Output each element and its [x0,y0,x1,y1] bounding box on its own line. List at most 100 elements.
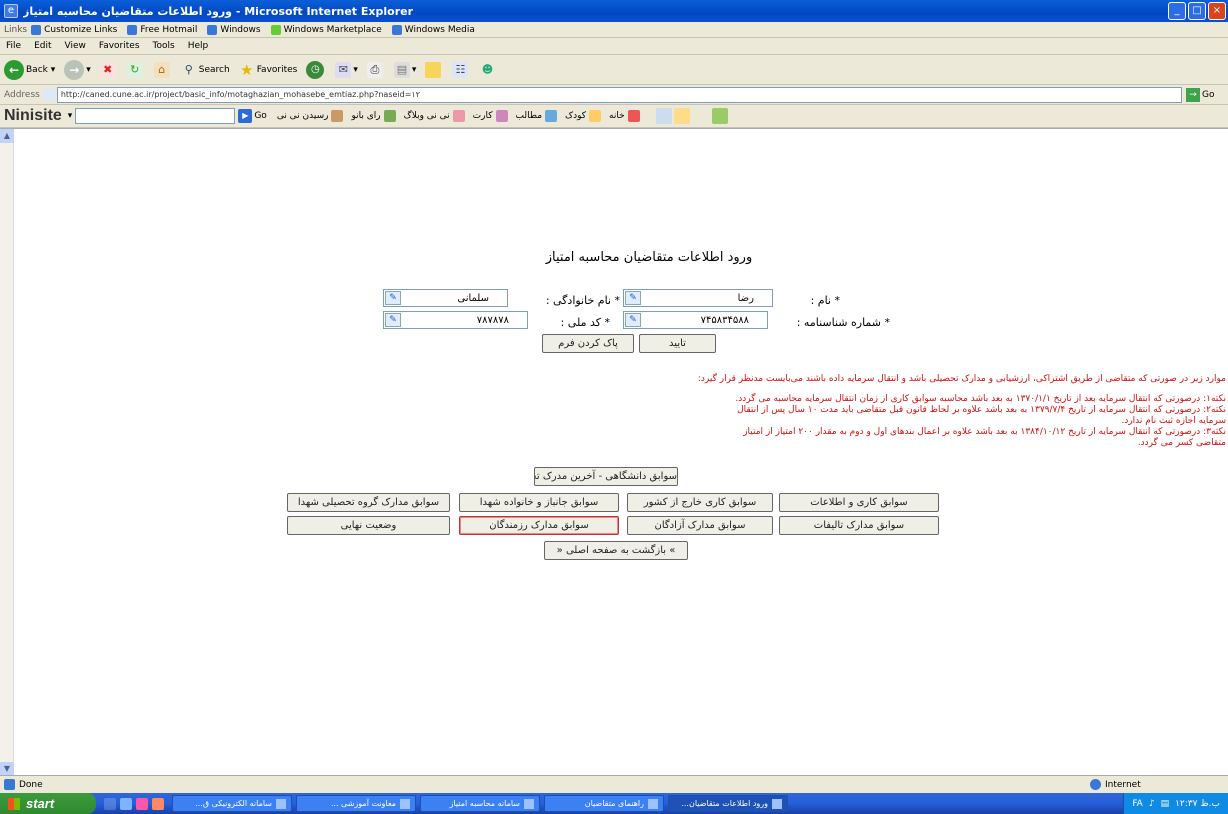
research-button[interactable]: ☷ [452,61,470,78]
scroll-down-icon[interactable]: ▼ [0,762,14,776]
veterans-family-button[interactable]: سوابق جانباز و خانواده شهدا [459,493,619,512]
taskbar: start سامانه الکترونیکی ق... معاونت آموز… [0,793,1228,814]
ninisite-item[interactable]: نی نی وبلاگ [404,110,465,122]
smiley-tool-icon[interactable] [711,108,728,124]
forward-button[interactable]: → ▾ [64,59,91,80]
close-button[interactable]: × [1208,2,1226,20]
menu-file[interactable]: File [4,41,23,51]
link-icon [127,24,138,35]
language-indicator[interactable]: FA [1132,799,1143,809]
menu-favorites[interactable]: Favorites [97,41,142,51]
menu-edit[interactable]: Edit [32,41,53,51]
network-icon[interactable]: ▤ [1161,799,1170,809]
keyboard-icon[interactable]: ✎ [625,313,641,327]
link-windows[interactable]: Windows [207,24,261,35]
back-button[interactable]: ← Back ▾ [4,59,55,80]
search-button[interactable]: ⚲ Search [181,62,230,78]
links-bar: Links Customize Links Free Hotmail Windo… [0,22,1228,38]
ninisite-item[interactable]: کارت [473,110,508,122]
ninisite-item-label: کودک [565,111,587,121]
quick-launch [104,797,164,810]
child-icon [589,110,602,122]
address-input[interactable]: http://caned.cune.ac.ir/project/basic_in… [56,86,1182,103]
page-title: ورود اطلاعات متقاضیان محاسبه امتیاز [0,250,1228,265]
combatants-button[interactable]: سوابق مدارک رزمندگان [459,516,619,535]
note-3: نکته۳: درصورتی که انتقال سرمایه از تاریخ… [743,427,1226,437]
ninisite-search-input[interactable] [75,108,236,124]
freed-captives-button[interactable]: سوابق مدارک آزادگان [627,516,773,535]
back-label: Back [26,64,48,75]
link-windows-media[interactable]: Windows Media [391,24,475,35]
ql-ie-icon[interactable] [120,797,132,810]
home-button[interactable]: ⌂ [153,61,172,78]
keyboard-icon[interactable]: ✎ [385,291,401,305]
vertical-scrollbar[interactable]: ▲ ▼ [0,129,14,776]
link-hotmail[interactable]: Free Hotmail [127,24,198,35]
keyboard-icon[interactable]: ✎ [625,291,641,305]
window-title: ورود اطلاعات متقاضیان محاسبه امتیاز - Mi… [23,4,414,18]
ninisite-item[interactable]: رای بانو [351,110,396,122]
edit-button[interactable]: ▤ ▾ [393,61,416,78]
start-button[interactable]: start [0,793,96,814]
menu-tools[interactable]: Tools [151,41,177,51]
folder-tool-icon[interactable] [673,108,690,124]
ninisite-toolbar: Ninisite ▾ ▶ Go رسیدن نی نی رای بانو نی … [0,105,1228,128]
ninisite-item[interactable]: کودک [565,110,602,122]
note-intro: موارد زیر در صورتی که متقاضی از طریق اشت… [697,374,1226,384]
ninisite-brand[interactable]: Ninisite [4,107,62,125]
ninisite-dropdown-icon[interactable]: ▾ [68,111,73,121]
final-status-button[interactable]: وضعیت نهایی [287,516,450,535]
link-customize[interactable]: Customize Links [31,24,117,35]
scroll-up-icon[interactable]: ▲ [0,129,14,143]
go-button[interactable]: → Go [1186,87,1224,103]
id-number-input[interactable]: ۷۴۵۸۳۴۵۸۸ [623,311,768,329]
first-name-input[interactable]: رضا [623,289,773,307]
messenger-button[interactable]: ☻ [479,62,497,78]
menu-view[interactable]: View [63,41,88,51]
link-marketplace[interactable]: Windows Marketplace [270,24,382,35]
ql-desktop-icon[interactable] [104,797,116,810]
maximize-button[interactable]: □ [1188,2,1206,20]
taskbar-item[interactable]: راهنمای متقاضیان [544,795,664,812]
id-number-label: * شماره شناسنامه : [796,316,890,329]
publications-button[interactable]: سوابق مدارک تالیفات [779,516,939,535]
print-button[interactable]: ⎙ [366,61,385,78]
link-label: Free Hotmail [140,24,198,35]
ninisite-item[interactable]: خانه [609,110,640,122]
work-history-button[interactable]: سوابق کاری و اطلاعات [779,493,939,512]
folder-button[interactable] [425,61,443,78]
minimize-button[interactable]: _ [1168,2,1186,20]
page-tool-icon[interactable] [655,108,672,124]
window-title-bar[interactable]: e ورود اطلاعات متقاضیان محاسبه امتیاز - … [0,0,1228,22]
link-icon [31,24,42,35]
clear-form-button[interactable]: پاک کردن فرم [542,334,634,353]
national-code-input[interactable]: ۷۸۷۸۷۸ [383,311,528,329]
taskbar-item[interactable]: معاونت آموزشی ... [296,795,416,812]
ninisite-go-label[interactable]: Go [254,111,266,121]
mail-button[interactable]: ✉ ▾ [335,61,358,78]
volume-icon[interactable]: ♪ [1149,799,1155,809]
last-degree-button[interactable]: سوابق دانشگاهی - آخرین مدرک تحصیلی [534,467,678,486]
status-text: Done [19,779,43,790]
last-name-input[interactable]: سلمانی [383,289,508,307]
taskbar-item-active[interactable]: ورود اطلاعات متقاضیان... [668,795,788,812]
windows-flag-icon [8,797,20,810]
favorites-button[interactable]: ★ Favorites [239,62,297,78]
taskbar-item[interactable]: سامانه محاسبه امتیاز [420,795,540,812]
stop-button[interactable]: ✖ [99,61,118,78]
ql-media-icon[interactable] [136,797,148,810]
search-label: Search [198,64,230,75]
submit-button[interactable]: تایید [639,334,716,353]
ninisite-item[interactable]: رسیدن نی نی [277,110,344,122]
taskbar-item[interactable]: سامانه الکترونیکی ق... [172,795,292,812]
back-to-main-button[interactable]: » بازگشت به صفحه اصلی « [544,541,688,560]
menu-help[interactable]: Help [186,41,211,51]
martyrs-docs-button[interactable]: سوابق مدارک گروه تحصیلی شهدا [287,493,450,512]
refresh-button[interactable]: ↻ [126,61,145,78]
history-button[interactable]: ◷ [306,60,326,79]
task-icon [772,798,782,809]
keyboard-icon[interactable]: ✎ [385,313,401,327]
ninisite-item[interactable]: مطالب [516,110,558,122]
ql-app-icon[interactable] [152,797,164,810]
abroad-work-button[interactable]: سوابق کاری خارج از کشور [627,493,773,512]
